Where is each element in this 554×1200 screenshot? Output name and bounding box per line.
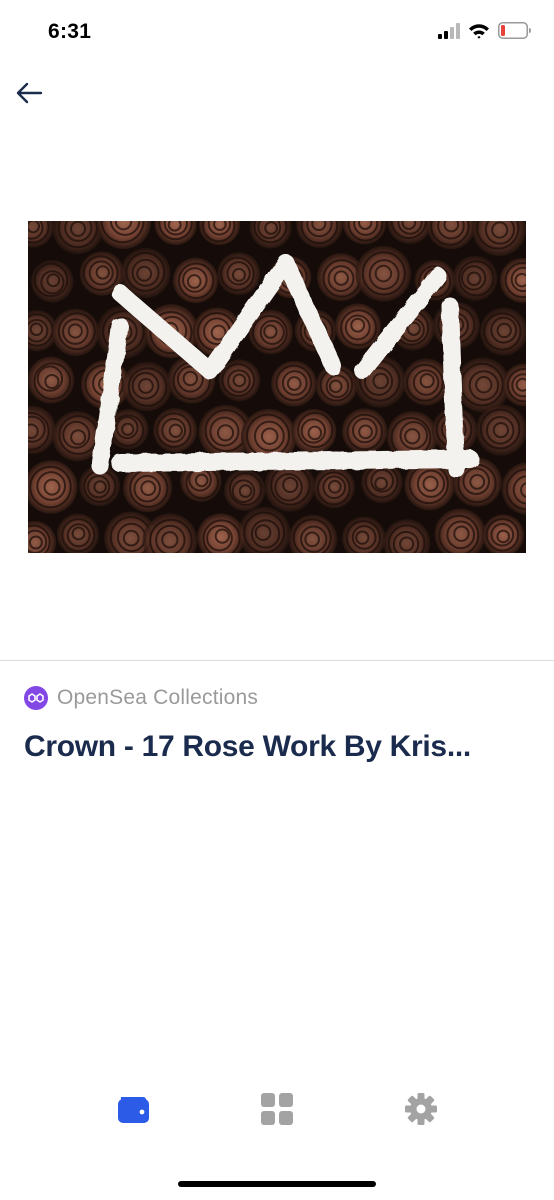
home-indicator (178, 1181, 376, 1187)
gear-icon (404, 1092, 438, 1131)
status-time: 6:31 (48, 20, 92, 43)
grid-icon (260, 1092, 294, 1131)
polygon-icon (24, 686, 48, 710)
nft-artwork-image (28, 221, 526, 553)
crown-artwork-image (28, 221, 526, 553)
tab-settings[interactable] (401, 1091, 441, 1131)
wallet-icon (115, 1093, 151, 1130)
collection-name: OpenSea Collections (57, 686, 259, 709)
tab-wallet[interactable] (113, 1091, 153, 1131)
nft-detail-screen: 6:31 OpenSea Collections Crown - 17 Rose… (0, 0, 554, 1200)
arrow-left-icon (14, 81, 44, 110)
battery-low-icon (498, 22, 532, 44)
tab-collections[interactable] (257, 1091, 297, 1131)
section-divider (0, 660, 554, 661)
bottom-tab-bar (0, 1085, 554, 1137)
back-button[interactable] (12, 80, 46, 110)
status-bar: 6:31 (0, 0, 554, 64)
status-icons (438, 22, 532, 44)
cellular-signal-icon (438, 22, 460, 44)
nft-title: Crown - 17 Rose Work By Kris... (24, 730, 471, 763)
wifi-icon (468, 23, 490, 44)
collection-row[interactable]: OpenSea Collections (24, 686, 258, 710)
